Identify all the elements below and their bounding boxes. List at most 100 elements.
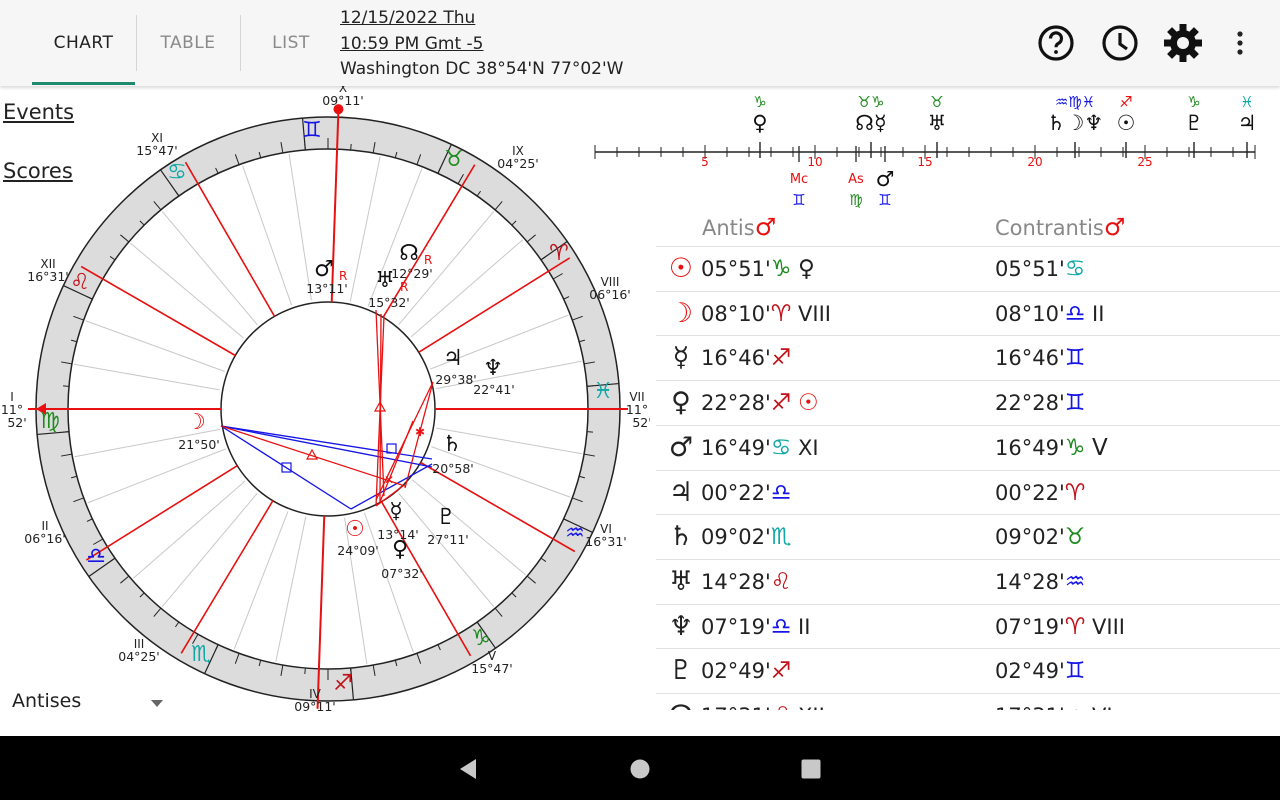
table-row[interactable]: ☽ 08°10'♈ VIII 08°10'♎ II [656, 290, 1280, 337]
contrantis-sign-icon: ♉ [1064, 524, 1086, 551]
contrantis-sign-icon: ♎ [1064, 300, 1086, 327]
sign-glyph: ♑ [471, 626, 491, 651]
retrograde-marker: R [339, 269, 347, 283]
chart-wheel[interactable]: ♍♎♏♐♑♒♓♈♉♊♋♌ ✱ ✕ I11°52'II06°16'III04°25… [0, 86, 650, 736]
row-planet: ♃ [666, 471, 696, 515]
strip-point-planet: ♀ [752, 111, 767, 135]
ring-tick [304, 667, 306, 675]
gear-icon[interactable] [1162, 22, 1204, 64]
strip-angle-label: ♂ [876, 167, 895, 191]
sign-glyph: ♍ [40, 409, 60, 434]
row-planet: ☊ [666, 694, 696, 710]
help-icon[interactable] [1035, 22, 1077, 64]
sign-glyph: ♉ [444, 147, 464, 172]
row-planet: ♅ [666, 560, 696, 604]
house-degree: 04°25' [497, 156, 539, 171]
planet-degree: 27°11' [427, 532, 469, 547]
planet-glyph: ♇ [436, 505, 456, 530]
contrantis-value: 09°02' [995, 525, 1065, 550]
table-row[interactable]: ☿ 16°46'♐ 16°46'♊ [656, 335, 1280, 381]
house-degree: 06°16' [24, 531, 66, 546]
sign-glyph: ♒ [565, 521, 585, 546]
contrantis-sign-icon: ♊ [1064, 390, 1086, 417]
antis-cell: 00°22'♎ [701, 471, 791, 515]
contrantis-cell: 05°51'♋ [995, 247, 1085, 291]
recents-icon[interactable] [800, 758, 822, 780]
strip-point-sign: ♉ [930, 93, 943, 111]
planet-icon: ♇ [668, 655, 694, 687]
antis-cell: 22°28'♐ ☉ [701, 381, 819, 425]
table-row[interactable]: ♅ 14°28'♌ 14°28'♒ [656, 558, 1280, 605]
house-degree: 04°25' [118, 649, 160, 664]
house-minute: 52' [7, 415, 26, 430]
contrantis-cell: 00°22'♈ [995, 471, 1085, 515]
house-degree: 15°47' [136, 143, 178, 158]
antis-table: Antis♂ Contrantis♂ ☉ 05°51'♑ ♀ 05°51'♋ ☽ 08°… [656, 213, 1280, 710]
dropdown-caret-icon[interactable] [151, 700, 163, 707]
strip-point-sign: ♐ [1119, 93, 1132, 111]
row-planet: ♀ [666, 381, 696, 425]
planet-glyph: ♀ [392, 537, 408, 562]
table-row[interactable]: ☊17°31'♌ XII17°31'♒ VI [656, 693, 1280, 710]
antis-extra: VIII [798, 301, 831, 326]
antis-value: 00°22' [701, 480, 771, 505]
sign-glyph: ♓ [593, 379, 613, 404]
degree-strip[interactable]: 5 10 15 20 25 ♑♀♉♑☊☿♉♅♒♍♓♄☽♆♐☉♑♇♓♃Mc♊As♍♂♊ [588, 86, 1268, 210]
row-planet: ♄ [666, 515, 696, 559]
location-label: Washington DC 38°54'N 77°02'W [340, 59, 624, 79]
date-link[interactable]: 12/15/2022 Thu [340, 6, 623, 32]
house-degree: 09°11' [294, 699, 336, 714]
sign-glyph: ♌ [70, 270, 90, 295]
antis-value: 09°02' [701, 525, 771, 550]
more-vert-icon[interactable] [1219, 22, 1261, 64]
strip-tick-label: 25 [1137, 155, 1152, 169]
table-row[interactable]: ♇ 02°49'♐ 02°49'♊ [656, 648, 1280, 694]
back-icon[interactable] [458, 758, 478, 780]
aspect-mode-select[interactable]: Antises [12, 690, 81, 712]
sign-glyph: ♋ [167, 160, 187, 185]
table-row[interactable]: ☉ 05°51'♑ ♀ 05°51'♋ [656, 246, 1280, 292]
antis-value: 05°51' [701, 257, 771, 281]
antis-sign-icon: ♏ [770, 524, 792, 551]
home-icon[interactable] [629, 758, 651, 780]
antis-sign-icon: ♈ [770, 300, 792, 327]
strip-point-sign: ♑ [1187, 93, 1200, 111]
contrantis-cell: 07°19'♈ VIII [995, 605, 1125, 649]
tab-list[interactable]: LIST [241, 0, 341, 86]
ring-tick [350, 143, 352, 151]
table-row[interactable]: ♄ 09°02'♏ 09°02'♉ [656, 514, 1280, 560]
planet-glyph: ☿ [389, 499, 403, 524]
table-row[interactable]: ♃ 00°22'♎ 00°22'♈ [656, 469, 1280, 516]
strip-tick-label: 5 [701, 155, 709, 169]
table-row[interactable]: ♆ 07°19'♎ II 07°19'♈ VIII [656, 603, 1280, 650]
contrantis-cell: 17°31'♒ VI [995, 694, 1113, 710]
clock-icon[interactable] [1099, 22, 1141, 64]
tab-table[interactable]: TABLE [137, 0, 239, 86]
planet-glyph: ☽ [186, 410, 206, 435]
contrantis-value: 17°31' [995, 704, 1065, 710]
antis-extra: V [1092, 434, 1108, 461]
antis-sign-icon: ♐ [770, 390, 792, 417]
row-planet: ♇ [666, 649, 696, 693]
house-degree: 16°31' [585, 534, 627, 549]
ring-tick [586, 431, 594, 433]
contrantis-header: Contrantis♂ [995, 213, 1126, 241]
planet-icon: ☿ [672, 342, 690, 374]
contrantis-cell: 14°28'♒ [995, 560, 1085, 604]
sign-glyph: ♏ [191, 642, 211, 667]
contrantis-cell: 08°10'♎ II [995, 292, 1104, 336]
chart-datetime-location[interactable]: 12/15/2022 Thu 10:59 PM Gmt -5 Washingto… [340, 6, 623, 83]
antis-sign-icon: ♌ [771, 703, 792, 710]
antis-extra: ☉ [798, 390, 819, 417]
table-row[interactable]: ♂ 16°49'♋ XI 16°49'♑ V [656, 424, 1280, 471]
time-link[interactable]: 10:59 PM Gmt -5 [340, 32, 623, 58]
strip-point-sign: ♑ [753, 93, 766, 111]
strip-angle-label: Mc [790, 172, 808, 187]
antis-sign-icon: ♌ [770, 568, 792, 595]
table-row[interactable]: ♀ 22°28'♐ ☉ 22°28'♊ [656, 380, 1280, 426]
contrantis-value: 08°10' [995, 301, 1065, 326]
tab-chart[interactable]: CHART [32, 0, 135, 86]
antis-extra: II [1092, 301, 1105, 326]
retrograde-marker: R [424, 253, 432, 267]
sign-glyph: ♎ [86, 544, 106, 569]
